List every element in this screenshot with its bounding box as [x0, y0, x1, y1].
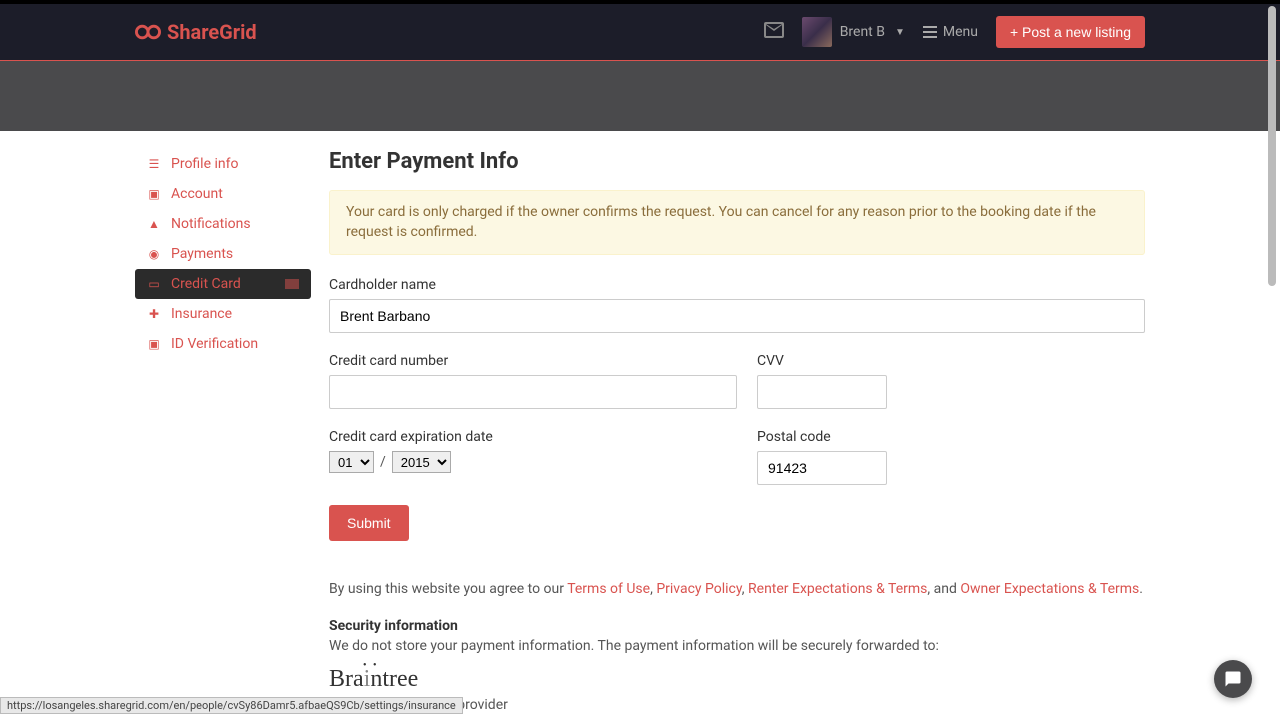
settings-sidebar: ☰ Profile info ▣ Account ▲ Notifications…	[135, 149, 311, 713]
privacy-link[interactable]: Privacy Policy	[656, 581, 741, 597]
security-title: Security information	[329, 618, 1145, 634]
postal-label: Postal code	[757, 429, 887, 445]
sidebar-item-label: Account	[171, 186, 299, 202]
avatar	[802, 17, 832, 47]
legal-text: By using this website you agree to our T…	[329, 579, 1145, 600]
exp-separator: /	[380, 454, 386, 470]
sidebar-item-label: ID Verification	[171, 336, 299, 352]
sidebar-item-label: Profile info	[171, 156, 299, 172]
money-icon: ◉	[147, 247, 161, 261]
scrollbar[interactable]	[1268, 6, 1278, 710]
sidebar-item-account[interactable]: ▣ Account	[135, 179, 311, 209]
legal-and: , and	[927, 581, 960, 597]
postal-input[interactable]	[757, 451, 887, 485]
brand-name: ShareGrid	[167, 20, 257, 44]
exp-label: Credit card expiration date	[329, 429, 737, 445]
terms-link[interactable]: Terms of Use	[567, 581, 650, 597]
security-text: We do not store your payment information…	[329, 638, 1145, 654]
menu-label: Menu	[943, 24, 978, 40]
sidebar-item-payments[interactable]: ◉ Payments	[135, 239, 311, 269]
user-name: Brent B	[840, 24, 885, 40]
id-icon: ▣	[147, 337, 161, 351]
plus-icon: ✚	[147, 307, 161, 321]
submit-button[interactable]: Submit	[329, 505, 409, 541]
post-listing-button[interactable]: + Post a new listing	[996, 16, 1145, 48]
user-menu[interactable]: Brent B ▼	[802, 17, 905, 47]
sidebar-item-label: Payments	[171, 246, 299, 262]
sidebar-item-label: Credit Card	[171, 276, 275, 292]
sidebar-item-insurance[interactable]: ✚ Insurance	[135, 299, 311, 329]
main-header: ShareGrid Brent B ▼ Menu + Post a new li…	[0, 4, 1280, 61]
cvv-input[interactable]	[757, 375, 887, 409]
bell-icon: ▲	[147, 217, 161, 231]
cc-number-label: Credit card number	[329, 353, 737, 369]
cvv-label: CVV	[757, 353, 887, 369]
scrollbar-thumb[interactable]	[1268, 6, 1276, 286]
sharegrid-logo-icon	[135, 22, 161, 42]
legal-prefix: By using this website you agree to our	[329, 581, 567, 597]
user-icon: ☰	[147, 157, 161, 171]
renter-terms-link[interactable]: Renter Expectations & Terms	[748, 581, 927, 597]
hero-banner	[0, 61, 1280, 131]
credit-card-icon: ▭	[147, 277, 161, 291]
exp-year-select[interactable]: 2015	[392, 451, 451, 473]
hamburger-icon	[923, 26, 937, 38]
mail-icon[interactable]	[764, 22, 784, 42]
main-content: Enter Payment Info Your card is only cha…	[311, 149, 1145, 713]
chat-fab[interactable]	[1214, 660, 1252, 698]
cc-number-input[interactable]	[329, 375, 737, 409]
main-menu[interactable]: Menu	[923, 24, 978, 40]
sidebar-item-notifications[interactable]: ▲ Notifications	[135, 209, 311, 239]
owner-terms-link[interactable]: Owner Expectations & Terms	[960, 581, 1139, 597]
sidebar-badge	[285, 279, 299, 289]
info-alert: Your card is only charged if the owner c…	[329, 190, 1145, 255]
cardholder-input[interactable]	[329, 299, 1145, 333]
card-icon: ▣	[147, 187, 161, 201]
sidebar-item-profile[interactable]: ☰ Profile info	[135, 149, 311, 179]
sidebar-item-label: Notifications	[171, 216, 299, 232]
sidebar-item-id-verification[interactable]: ▣ ID Verification	[135, 329, 311, 359]
sidebar-item-label: Insurance	[171, 306, 299, 322]
chat-icon	[1224, 670, 1242, 688]
sidebar-item-credit-card[interactable]: ▭ Credit Card	[135, 269, 311, 299]
cardholder-label: Cardholder name	[329, 277, 1145, 293]
brand-logo[interactable]: ShareGrid	[135, 20, 257, 44]
exp-month-select[interactable]: 01	[329, 451, 374, 473]
browser-status-bar: https://losangeles.sharegrid.com/en/peop…	[0, 697, 463, 714]
page-title: Enter Payment Info	[329, 149, 1145, 174]
braintree-logo: • • Braintree	[329, 666, 418, 693]
chevron-down-icon: ▼	[895, 27, 905, 38]
